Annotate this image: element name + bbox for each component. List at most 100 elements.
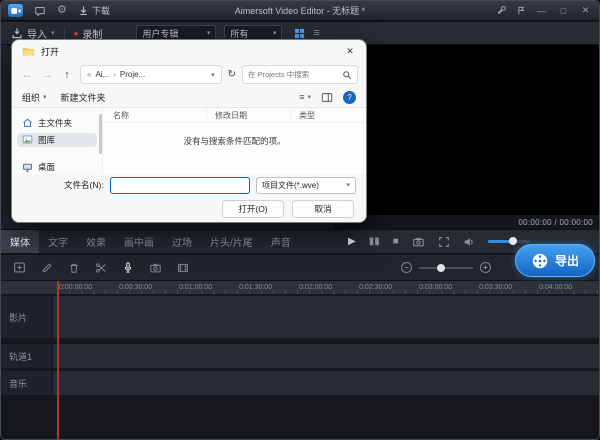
maximize-button[interactable]: □ — [557, 6, 570, 16]
edit-pencil-icon[interactable] — [41, 262, 53, 274]
tab-sound[interactable]: 声音 — [262, 230, 300, 253]
timecode: 00:00:00 / 00:00:00 — [518, 218, 593, 227]
filename-row: 文件名(N): 项目文件(*.wve) ▾ — [12, 174, 366, 196]
tab-effects[interactable]: 效果 — [77, 230, 115, 253]
film-reel-icon — [531, 252, 549, 270]
microphone-icon[interactable] — [122, 261, 134, 274]
dialog-titlebar[interactable]: 打开 ✕ — [12, 40, 366, 62]
breadcrumb-item[interactable]: Proje... — [120, 70, 145, 79]
preview-pane-icon[interactable] — [321, 92, 333, 103]
minimize-button[interactable]: — — [535, 6, 548, 16]
column-header-date[interactable]: 修改日期 — [207, 108, 291, 122]
chevron-down-icon: ▾ — [207, 29, 211, 37]
stop-button[interactable]: ■ — [393, 236, 399, 247]
open-button[interactable]: 打开(O) — [222, 200, 284, 218]
tab-text[interactable]: 文字 — [39, 230, 77, 253]
track-row: 影片 — [1, 296, 599, 338]
titlebar: ⚙ 下载 Aimersoft Video Editor - 无标题 * — □ … — [1, 1, 599, 21]
column-header-type[interactable]: 类型 — [291, 108, 366, 122]
breadcrumb[interactable]: « Ai... › Proje... ▾ — [80, 65, 222, 84]
pause-button[interactable]: ▮▮ — [369, 236, 380, 247]
timeline-zoom-control: − + — [401, 262, 491, 273]
zoom-in-button[interactable]: + — [480, 262, 491, 273]
tab-label: 效果 — [86, 234, 106, 249]
forward-button[interactable]: → — [40, 69, 54, 81]
flag-icon[interactable] — [516, 5, 526, 16]
delete-trash-icon[interactable] — [68, 262, 80, 274]
close-button[interactable]: ✕ — [579, 5, 592, 16]
download-label: 下载 — [92, 4, 110, 17]
play-button[interactable]: ▶ — [348, 236, 356, 247]
chevron-down-icon: ▾ — [273, 29, 277, 37]
search-input[interactable] — [248, 70, 339, 79]
open-button-label: 打开(O) — [238, 203, 267, 215]
track-label-video: 影片 — [1, 296, 53, 338]
timeline-tracks: 影片 轨道1 音乐 — [1, 294, 599, 440]
chevron-right-icon: › — [113, 70, 116, 79]
sidebar-scrollbar[interactable] — [99, 114, 102, 154]
tab-pip[interactable]: 画中画 — [115, 230, 163, 253]
refresh-button[interactable]: ↻ — [228, 69, 236, 80]
search-icon[interactable] — [342, 70, 352, 80]
help-button[interactable]: ? — [343, 91, 356, 104]
dialog-navbar: ← → ↑ « Ai... › Proje... ▾ ↻ — [12, 62, 366, 87]
organize-menu[interactable]: 组织 ▾ — [22, 91, 47, 104]
file-list[interactable]: 名称 修改日期 类型 没有与搜索条件匹配的项。 — [102, 108, 366, 174]
chevron-down-icon: ▾ — [307, 93, 311, 101]
cancel-button[interactable]: 取消 — [292, 200, 354, 218]
record-dot-icon: ● — [74, 29, 79, 38]
speaker-icon[interactable] — [463, 236, 475, 248]
volume-knob[interactable] — [509, 237, 517, 245]
zoom-knob[interactable] — [437, 264, 445, 272]
film-strip-icon[interactable] — [177, 262, 189, 274]
split-scissors-icon[interactable] — [95, 262, 107, 274]
track1-lane[interactable] — [53, 344, 599, 368]
dialog-title: 打开 — [41, 45, 59, 58]
sidebar-item-desktop[interactable]: 桌面 — [17, 161, 97, 174]
tab-media[interactable]: 媒体 — [1, 230, 39, 253]
new-folder-label: 新建文件夹 — [61, 91, 106, 104]
export-button[interactable]: 导出 — [515, 244, 595, 277]
tab-transitions[interactable]: 过场 — [163, 230, 201, 253]
timeline-ruler[interactable]: 0:00:00:00 0:00:30:00 0:01:00:00 0:01:30… — [1, 281, 599, 294]
volume-slider[interactable] — [488, 240, 530, 243]
feedback-bubble-icon[interactable] — [34, 5, 46, 17]
view-options-menu[interactable]: ≡▾ — [299, 92, 311, 102]
open-file-dialog: 打开 ✕ ← → ↑ « Ai... › Proje... ▾ ↻ — [11, 39, 367, 223]
zoom-slider[interactable] — [419, 267, 473, 269]
video-preview[interactable] — [333, 45, 600, 215]
tab-label: 片头/片尾 — [210, 234, 253, 249]
column-header-name[interactable]: 名称 — [103, 108, 207, 122]
music-track-lane[interactable] — [53, 371, 599, 395]
new-folder-button[interactable]: 新建文件夹 — [61, 91, 106, 104]
tab-credits[interactable]: 片头/片尾 — [201, 230, 262, 253]
breadcrumb-item[interactable]: Ai... — [95, 70, 109, 79]
sidebar-item-gallery[interactable]: 图库 — [17, 133, 97, 146]
download-button[interactable]: 下载 — [78, 4, 110, 17]
add-clip-icon[interactable] — [13, 261, 26, 274]
playhead[interactable] — [57, 281, 59, 440]
chevron-down-icon[interactable]: ▾ — [211, 71, 215, 79]
track-label-track1: 轨道1 — [1, 344, 53, 368]
grid-view-icon[interactable] — [294, 28, 305, 39]
app-window: ⚙ 下载 Aimersoft Video Editor - 无标题 * — □ … — [0, 0, 600, 440]
sidebar-item-home[interactable]: 主文件夹 — [17, 116, 97, 129]
list-view-icon[interactable]: ≡ — [313, 28, 319, 39]
filename-input[interactable] — [110, 177, 250, 194]
settings-gear-icon[interactable]: ⚙ — [57, 5, 67, 16]
home-icon — [22, 117, 33, 128]
snapshot-camera-icon[interactable] — [412, 236, 425, 248]
filetype-value: 项目文件(*.wve) — [262, 180, 319, 191]
camera-icon[interactable] — [149, 262, 162, 274]
zoom-out-button[interactable]: − — [401, 262, 412, 273]
breadcrumb-overflow[interactable]: « — [87, 70, 91, 79]
tab-label: 过场 — [172, 234, 192, 249]
up-button[interactable]: ↑ — [60, 69, 74, 81]
fullscreen-icon[interactable] — [438, 236, 450, 248]
back-button[interactable]: ← — [20, 69, 34, 81]
dialog-close-button[interactable]: ✕ — [334, 40, 366, 62]
filetype-select[interactable]: 项目文件(*.wve) ▾ — [256, 177, 356, 194]
tools-wrench-icon[interactable] — [496, 5, 507, 16]
dialog-footer: 打开(O) 取消 — [12, 196, 366, 222]
video-track-lane[interactable] — [53, 296, 599, 338]
